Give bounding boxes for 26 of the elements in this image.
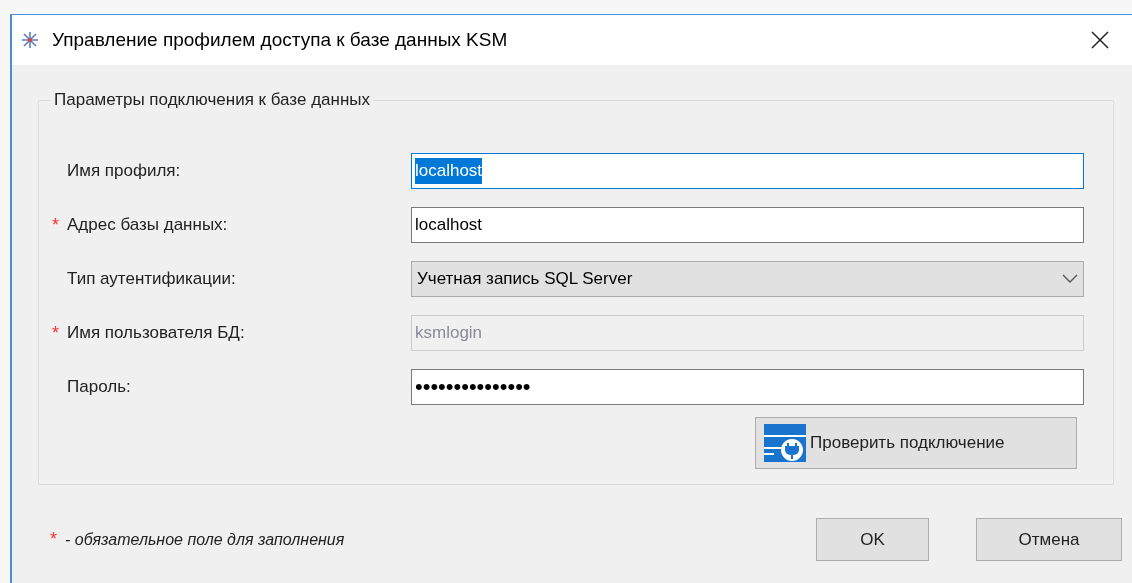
window-title: Управление профилем доступа к базе данных KSM <box>52 27 508 52</box>
test-connection-button[interactable]: Проверить подключение <box>755 417 1077 469</box>
required-field-note: - обязательное поле для заполнения <box>65 529 345 550</box>
field-label: Имя пользователя БД: <box>67 322 245 345</box>
field-value: ksmlogin <box>415 322 483 345</box>
field-value: ••••••••••••••• <box>415 376 531 398</box>
snowflake-icon <box>20 30 40 50</box>
required-mark: * <box>52 213 59 237</box>
close-icon <box>1091 31 1109 49</box>
database-plug-icon <box>762 422 808 464</box>
field-value: localhost <box>415 214 483 237</box>
field-value: localhost <box>415 158 483 184</box>
field-label: Тип аутентификации: <box>67 268 236 291</box>
required-mark: * <box>52 321 59 345</box>
password-field[interactable]: ••••••••••••••• <box>411 369 1084 405</box>
ok-button[interactable]: OK <box>816 518 929 561</box>
field-label: Адрес базы данных: <box>67 214 228 237</box>
field-label: Пароль: <box>67 376 131 399</box>
field-label: Имя профиля: <box>67 160 181 183</box>
cancel-button[interactable]: Отмена <box>976 518 1122 561</box>
chevron-down-icon <box>1062 274 1078 284</box>
required-mark: * <box>50 528 57 551</box>
field-value: Учетная запись SQL Server <box>417 268 633 291</box>
input-field[interactable]: localhost <box>411 153 1084 189</box>
auth-type-dropdown[interactable]: Учетная запись SQL Server <box>411 261 1084 297</box>
input-field[interactable]: localhost <box>411 207 1084 243</box>
